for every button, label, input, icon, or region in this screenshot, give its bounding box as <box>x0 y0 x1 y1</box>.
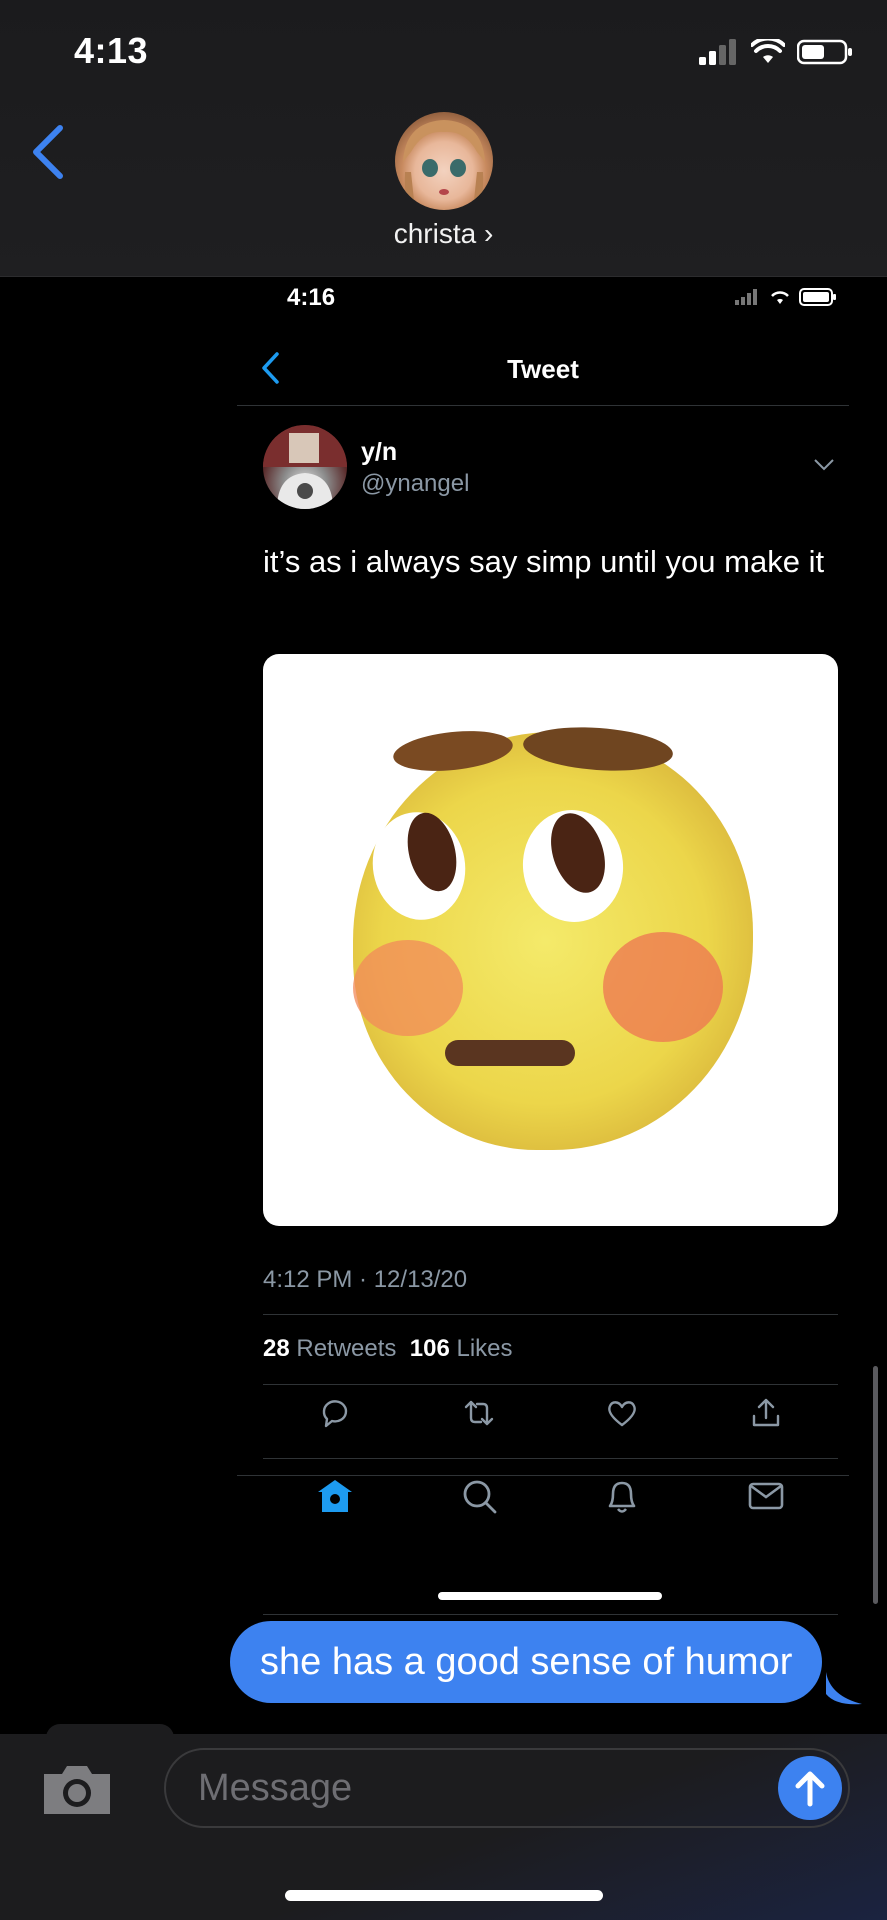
bubble-tail <box>826 1672 862 1705</box>
retweet-icon[interactable] <box>462 1396 496 1430</box>
contact-avatar[interactable] <box>395 112 493 210</box>
divider <box>263 1614 838 1615</box>
tweet-screenshot-image[interactable]: 4:16 Tweet y/n @ynangel it’s as i always… <box>237 278 849 1616</box>
camera-icon[interactable] <box>40 1760 114 1818</box>
tweet-timestamp: 4:12 PM · 12/13/20 <box>263 1266 468 1293</box>
tweet-stats: 28 Retweets 106 Likes <box>263 1335 513 1363</box>
send-button[interactable] <box>778 1756 842 1820</box>
messages-icon[interactable] <box>746 1476 786 1516</box>
screenshot-status-time: 4:16 <box>287 284 336 311</box>
avatar-image <box>263 425 347 509</box>
signal-icon <box>699 39 736 65</box>
contact-name[interactable]: christa › <box>0 218 887 250</box>
notifications-icon[interactable] <box>602 1476 642 1516</box>
tweet-text: it’s as i always say simp until you make… <box>263 544 825 579</box>
divider <box>263 1458 838 1459</box>
reply-icon[interactable] <box>318 1396 352 1430</box>
wifi-icon <box>751 39 785 63</box>
screenshot-status-icons <box>735 288 837 306</box>
home-icon[interactable] <box>315 1476 355 1516</box>
tweet-media-image[interactable] <box>263 654 838 1226</box>
message-input[interactable]: Message <box>164 1748 850 1828</box>
likes-count: 106 <box>409 1335 450 1362</box>
wifi-icon <box>771 291 789 304</box>
sent-message-bubble[interactable]: she has a good sense of humor <box>230 1621 823 1703</box>
tweet-nav-title: Tweet <box>507 354 579 384</box>
status-icons <box>699 38 853 66</box>
scroll-indicator[interactable] <box>873 1366 878 1604</box>
tweet-tab-bar <box>263 1476 838 1516</box>
screenshot-home-indicator <box>438 1592 662 1600</box>
divider <box>237 405 849 406</box>
divider <box>263 1384 838 1385</box>
home-indicator[interactable] <box>285 1890 603 1901</box>
tweet-author-avatar[interactable] <box>263 425 347 509</box>
retweets-count: 28 <box>263 1335 290 1362</box>
tweet-author-name: y/n <box>361 438 398 466</box>
conversation-header: 4:13 christa › <box>0 0 887 277</box>
message-placeholder: Message <box>198 1767 353 1809</box>
battery-icon <box>797 39 852 65</box>
likes-label[interactable]: Likes <box>456 1335 512 1362</box>
avatar-image <box>403 120 485 210</box>
status-time: 4:13 <box>74 30 149 71</box>
retweets-label[interactable]: Retweets <box>296 1335 396 1362</box>
like-icon[interactable] <box>605 1396 639 1430</box>
app-drawer-handle[interactable] <box>46 1724 174 1750</box>
share-icon[interactable] <box>749 1396 783 1430</box>
battery-icon <box>799 288 836 306</box>
search-icon[interactable] <box>459 1476 499 1516</box>
tweet-author-handle: @ynangel <box>361 470 470 497</box>
arrow-up-icon <box>795 1771 825 1807</box>
back-chevron-icon[interactable] <box>26 120 70 184</box>
signal-icon <box>735 289 757 305</box>
flushed-emoji-image <box>353 722 753 1150</box>
chevron-down-icon[interactable] <box>813 458 835 472</box>
divider <box>263 1314 838 1315</box>
tweet-actions <box>263 1396 838 1430</box>
